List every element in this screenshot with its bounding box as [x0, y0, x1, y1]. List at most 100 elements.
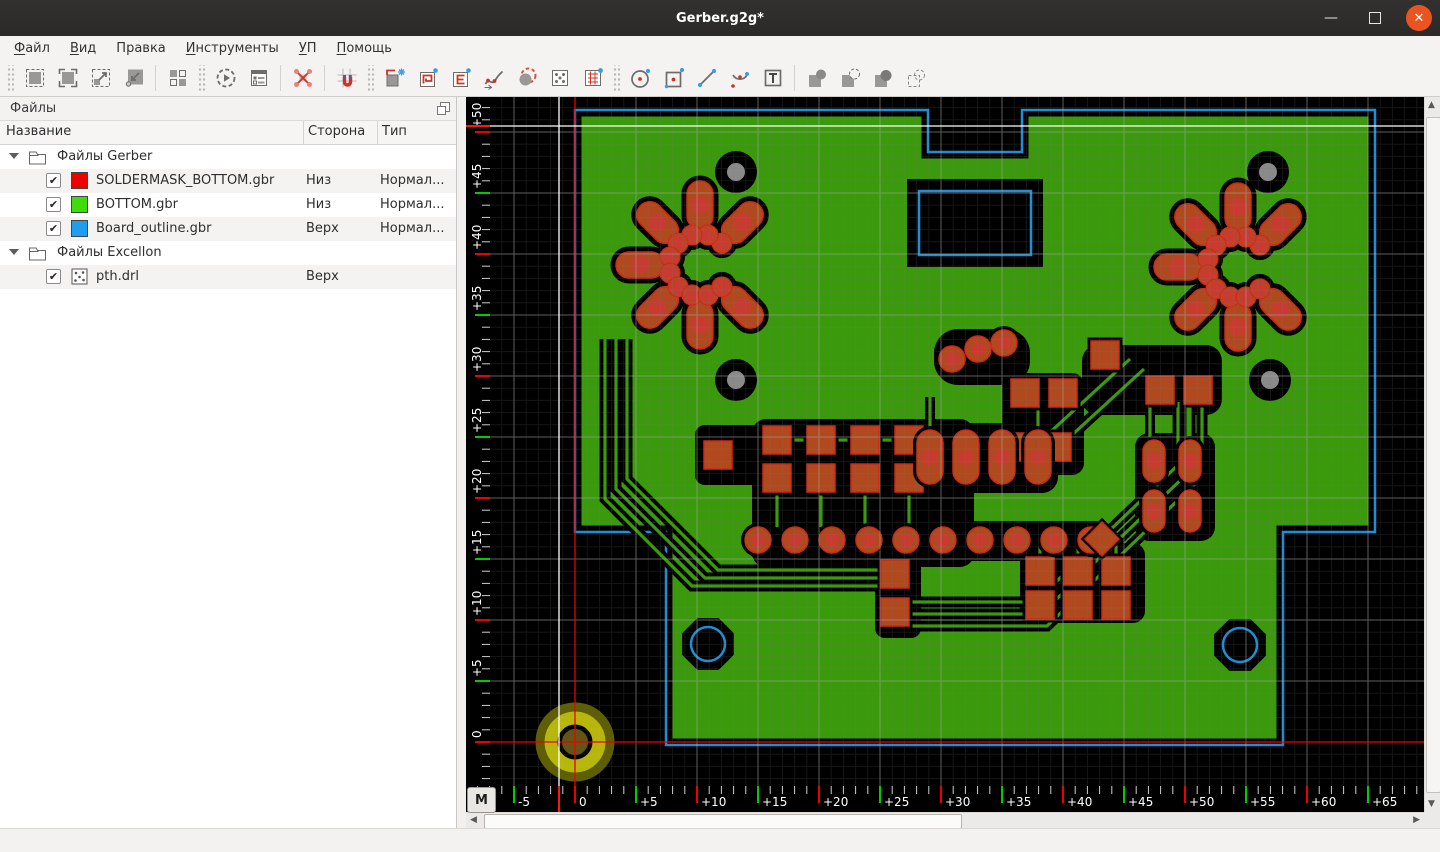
layer-color-swatch[interactable] [71, 220, 88, 237]
svg-text:0: 0 [579, 795, 587, 809]
toolbar-grip[interactable] [197, 65, 206, 91]
horizontal-scroll-thumb[interactable] [484, 814, 962, 829]
vertical-scrollbar[interactable]: ▲ ▼ [1424, 97, 1440, 812]
new-track-button[interactable] [477, 63, 510, 93]
draw-circle-button[interactable] [624, 63, 657, 93]
title-bar[interactable]: Gerber.g2g* — ✕ [0, 0, 1440, 36]
draw-arc-button[interactable] [723, 63, 756, 93]
new-region-button[interactable] [411, 63, 444, 93]
draw-arc-icon [728, 66, 752, 90]
file-row[interactable]: ✔Board_outline.gbrВерхНормал... [0, 217, 456, 241]
zoom-frame-button[interactable] [51, 63, 84, 93]
new-poly-button[interactable] [444, 63, 477, 93]
close-button[interactable]: ✕ [1406, 5, 1432, 31]
column-side[interactable]: Сторона [308, 124, 365, 139]
float-panel-icon[interactable] [437, 102, 450, 115]
file-row[interactable]: ✔ pth.drl Верх [0, 265, 456, 289]
horizontal-ruler: -50+5+10+15+20+25+30+35+40+45+50+55+60+6… [466, 786, 1424, 812]
expander-icon[interactable] [9, 249, 19, 255]
draw-line-icon [695, 66, 719, 90]
visibility-checkbox[interactable]: ✔ [46, 269, 61, 284]
new-flash-button[interactable] [510, 63, 543, 93]
draw-rect-button[interactable] [657, 63, 690, 93]
draw-text-icon [761, 66, 785, 90]
menu-Вид[interactable]: Вид [60, 39, 106, 58]
menu-Инструменты[interactable]: Инструменты [176, 39, 289, 58]
render-button[interactable] [209, 63, 242, 93]
toolbar-grip[interactable] [366, 65, 375, 91]
expander-icon[interactable] [9, 153, 19, 159]
bool-subtract-button[interactable] [833, 63, 866, 93]
visibility-checkbox[interactable]: ✔ [46, 173, 61, 188]
draw-line-button[interactable] [690, 63, 723, 93]
layers-list-button[interactable] [242, 63, 275, 93]
visibility-checkbox[interactable]: ✔ [46, 197, 61, 212]
file-side: Низ [306, 173, 331, 188]
toolbar-grip[interactable] [612, 65, 621, 91]
transform-points-button[interactable] [286, 63, 319, 93]
panel-splitter[interactable] [457, 97, 466, 828]
column-type[interactable]: Тип [382, 124, 407, 139]
svg-text:+20: +20 [470, 469, 484, 494]
column-name[interactable]: Название [6, 124, 71, 139]
toolbar-separator [794, 65, 795, 91]
menu-УП[interactable]: УП [289, 39, 327, 58]
layer-color-swatch[interactable] [71, 196, 88, 213]
toolbar-grip[interactable] [6, 65, 15, 91]
files-panel-title: Файлы [10, 101, 56, 116]
file-name: pth.drl [96, 269, 139, 284]
svg-text:+10: +10 [470, 591, 484, 616]
svg-text:+50: +50 [1189, 795, 1214, 809]
minimize-button[interactable]: — [1318, 5, 1344, 31]
scroll-up-icon[interactable]: ▲ [1428, 100, 1435, 110]
menu-Файл[interactable]: Файл [4, 39, 60, 58]
folder-icon [28, 149, 47, 166]
new-drill-button[interactable] [543, 63, 576, 93]
svg-text:+35: +35 [470, 286, 484, 311]
new-track-icon [482, 66, 506, 90]
status-strip [0, 828, 1440, 852]
menu-Помощь[interactable]: Помощь [327, 39, 402, 58]
file-group-row[interactable]: Файлы Excellon [0, 241, 456, 265]
file-row[interactable]: ✔BOTTOM.gbrНизНормал... [0, 193, 456, 217]
bool-exclude-icon [904, 66, 928, 90]
transform-points-icon [291, 66, 315, 90]
zoom-fit-button[interactable] [18, 63, 51, 93]
bool-subtract-icon [838, 66, 862, 90]
maximize-button[interactable] [1362, 5, 1388, 31]
pcb-canvas[interactable] [490, 97, 1424, 786]
scroll-right-icon[interactable]: ▶ [1413, 815, 1420, 825]
file-side: Верх [306, 269, 339, 284]
zoom-fit-icon [23, 66, 47, 90]
tile-views-button[interactable] [161, 63, 194, 93]
draw-rect-icon [662, 66, 686, 90]
files-panel-header[interactable]: Файлы [0, 97, 456, 120]
snap-magnet-button[interactable] [330, 63, 363, 93]
menu-Правка[interactable]: Правка [106, 39, 175, 58]
menu-bar: ФайлВидПравкаИнструментыУППомощь [0, 36, 1440, 60]
new-pattern-button[interactable] [576, 63, 609, 93]
file-name: Board_outline.gbr [96, 221, 211, 236]
svg-text:+30: +30 [470, 347, 484, 372]
units-button[interactable]: M [467, 787, 496, 813]
file-group-row[interactable]: Файлы Gerber [0, 145, 456, 169]
scroll-left-icon[interactable]: ◀ [470, 815, 477, 825]
zoom-out-icon [89, 66, 113, 90]
draw-text-button[interactable] [756, 63, 789, 93]
scroll-down-icon[interactable]: ▼ [1428, 799, 1435, 809]
zoom-in-button[interactable] [117, 63, 150, 93]
vertical-scroll-thumb[interactable] [1426, 117, 1440, 793]
group-label: Файлы Gerber [57, 149, 152, 164]
files-table-header: Название Сторона Тип [0, 120, 456, 145]
bool-exclude-button[interactable] [899, 63, 932, 93]
svg-text:+15: +15 [470, 530, 484, 555]
toolbar-separator [324, 65, 325, 91]
horizontal-scrollbar[interactable]: ◀ ▶ [466, 812, 1424, 828]
layer-color-swatch[interactable] [71, 172, 88, 189]
bool-intersect-button[interactable] [866, 63, 899, 93]
new-pad-button[interactable] [378, 63, 411, 93]
visibility-checkbox[interactable]: ✔ [46, 221, 61, 236]
bool-union-button[interactable] [800, 63, 833, 93]
zoom-out-button[interactable] [84, 63, 117, 93]
file-row[interactable]: ✔SOLDERMASK_BOTTOM.gbrНизНормал... [0, 169, 456, 193]
